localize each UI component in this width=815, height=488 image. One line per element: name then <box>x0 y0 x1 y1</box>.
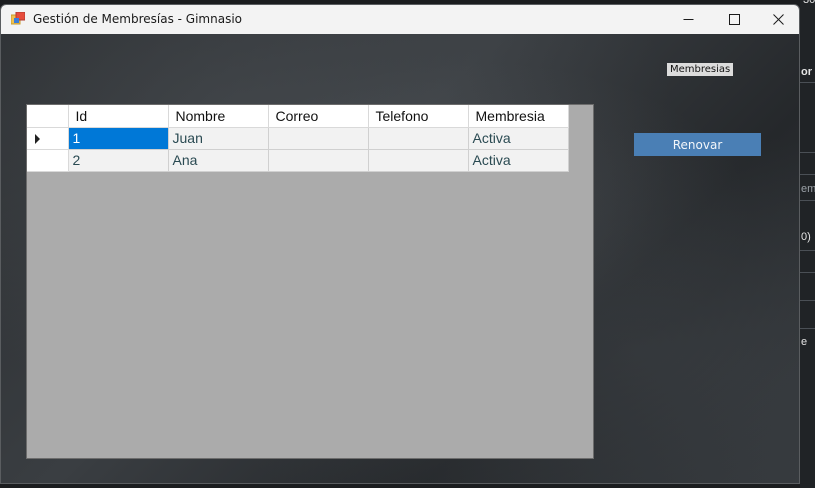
cell-telefono[interactable] <box>368 149 469 172</box>
column-header-nombre[interactable]: Nombre <box>168 105 269 128</box>
header-row: Id Nombre Correo Telefono Membresia <box>27 105 569 128</box>
members-data-grid[interactable]: Id Nombre Correo Telefono Membresia 1 Ju… <box>26 104 594 459</box>
window-title: Gestión de Membresías - Gimnasio <box>33 12 243 26</box>
table-row[interactable]: 2 Ana Activa <box>27 149 569 172</box>
app-window: Gestión de Membresías - Gimnasio Membres… <box>0 4 800 484</box>
app-icon <box>11 12 25 25</box>
form-client-area: Membresias Renovar Id Nombre Correo Tele… <box>1 34 799 483</box>
close-button[interactable] <box>755 5 799 34</box>
close-icon <box>772 14 784 25</box>
cell-correo[interactable] <box>268 127 369 150</box>
cell-nombre[interactable]: Ana <box>168 149 269 172</box>
column-header-membresia[interactable]: Membresia <box>468 105 569 128</box>
grid-corner-header[interactable] <box>27 105 69 128</box>
background-text: e <box>801 336 808 348</box>
cell-membresia[interactable]: Activa <box>468 149 569 172</box>
row-header[interactable] <box>27 149 69 172</box>
background-text: 0) <box>801 231 811 243</box>
maximize-icon <box>728 14 740 25</box>
table-row[interactable]: 1 Juan Activa <box>27 127 569 150</box>
column-header-telefono[interactable]: Telefono <box>368 105 469 128</box>
current-row-arrow-icon <box>35 133 40 144</box>
cell-correo[interactable] <box>268 149 369 172</box>
background-text: 30 <box>803 0 815 6</box>
cell-id[interactable]: 1 <box>68 127 169 150</box>
title-bar[interactable]: Gestión de Membresías - Gimnasio <box>1 5 799 35</box>
background-text: or <box>801 66 812 78</box>
column-header-id[interactable]: Id <box>68 105 169 128</box>
renovar-button[interactable]: Renovar <box>634 133 761 156</box>
minimize-icon <box>683 19 693 20</box>
members-table: Id Nombre Correo Telefono Membresia 1 Ju… <box>27 105 569 172</box>
cell-telefono[interactable] <box>368 127 469 150</box>
maximize-button[interactable] <box>711 5 757 34</box>
minimize-button[interactable] <box>665 5 711 34</box>
row-header[interactable] <box>27 127 69 150</box>
column-header-correo[interactable]: Correo <box>268 105 369 128</box>
membresias-label: Membresias <box>667 63 734 76</box>
cell-id[interactable]: 2 <box>68 149 169 172</box>
background-text: em <box>801 183 815 195</box>
cell-membresia[interactable]: Activa <box>468 127 569 150</box>
cell-nombre[interactable]: Juan <box>168 127 269 150</box>
